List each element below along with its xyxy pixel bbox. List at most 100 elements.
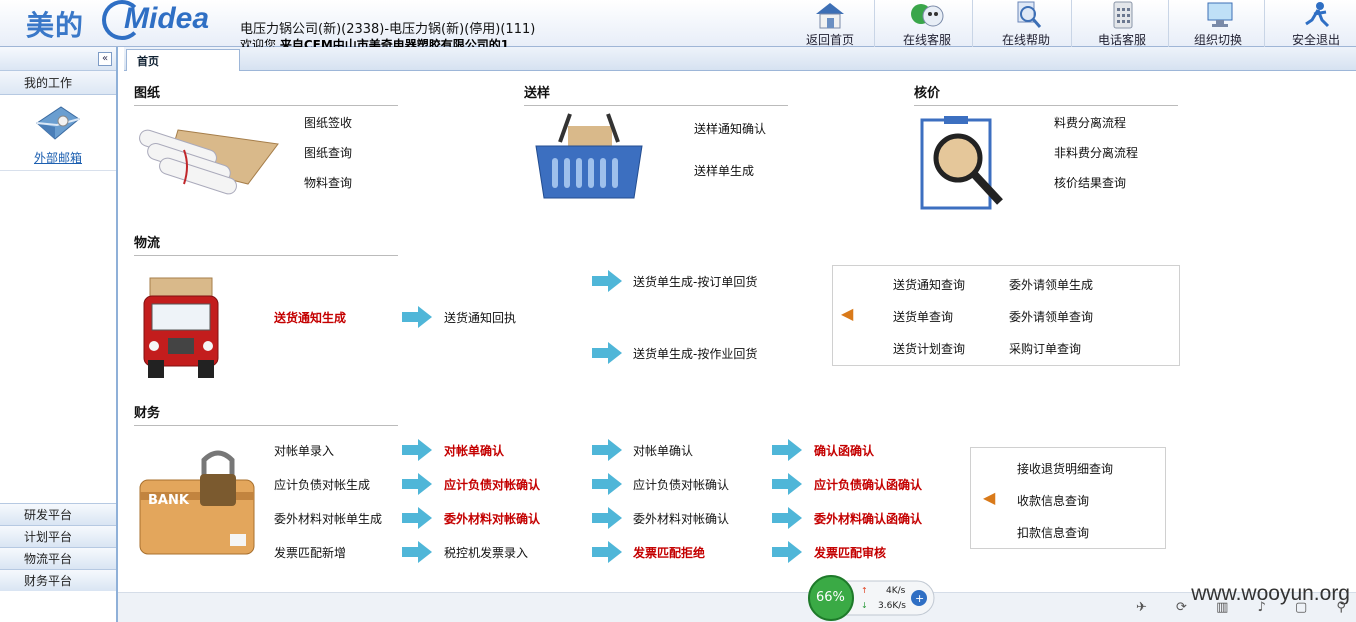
link-sample-order-generate[interactable]: 送样单生成 [694, 162, 754, 179]
section-title-pricing: 核价 [914, 82, 1178, 106]
home-icon [810, 0, 850, 30]
truck-icon [138, 276, 224, 380]
nav-home[interactable]: 返回首页 [800, 0, 860, 47]
trash-icon[interactable]: ▥ [1216, 600, 1228, 618]
link-statement-entry[interactable]: 对帐单录入 [274, 442, 334, 459]
link-deduction-info-query[interactable]: 扣款信息查询 [1017, 524, 1089, 541]
sidebar-item-finance-platform[interactable]: 财务平台 [0, 569, 116, 591]
nav-home-label: 返回首页 [805, 33, 854, 47]
link-non-material-fee-flow[interactable]: 非料费分离流程 [1054, 144, 1138, 161]
link-invoice-match-add[interactable]: 发票匹配新增 [274, 544, 346, 561]
external-mail-link[interactable]: 外部邮箱 [0, 149, 116, 166]
link-delivery-notice-receipt[interactable]: 送货通知回执 [444, 309, 516, 326]
refresh-icon[interactable]: ⟳ [1176, 600, 1187, 618]
pricing-magnifier-icon [920, 114, 1010, 210]
link-outsource-requisition-generate[interactable]: 委外请领单生成 [1009, 276, 1093, 293]
link-outsource-letter-confirm[interactable]: 委外材料确认函确认 [814, 510, 922, 527]
link-invoice-match-reject[interactable]: 发票匹配拒绝 [633, 544, 705, 561]
link-tax-invoice-entry[interactable]: 税控机发票录入 [444, 544, 528, 561]
nav-online-help-label: 在线帮助 [1001, 33, 1050, 47]
sidebar-title[interactable]: 我的工作 [0, 71, 116, 95]
upload-speed: 4K/s [886, 586, 906, 596]
sidebar-item-logistics-platform[interactable]: 物流平台 [0, 547, 116, 569]
link-accrued-liability-confirm-2[interactable]: 应计负债对帐确认 [633, 476, 729, 493]
download-speed: 3.6K/s [878, 601, 906, 611]
sidebar-item-plan-platform[interactable]: 计划平台 [0, 525, 116, 547]
link-delivery-plan-query[interactable]: 送货计划查询 [893, 340, 965, 357]
org-switch-icon [1198, 0, 1238, 30]
link-delivery-notice-generate[interactable]: 送货通知生成 [274, 309, 346, 326]
sidebar-item-rd-platform[interactable]: 研发平台 [0, 503, 116, 525]
search-icon[interactable]: ⚲ [1336, 600, 1346, 618]
link-statement-confirm-2[interactable]: 对帐单确认 [633, 442, 693, 459]
link-drawing-sign[interactable]: 图纸签收 [304, 114, 352, 131]
flow-arrow-icon [592, 439, 622, 461]
logo-cn: 美的 [26, 9, 85, 42]
link-pricing-result-query[interactable]: 核价结果查询 [1054, 174, 1126, 191]
link-delivery-order-query[interactable]: 送货单查询 [893, 308, 953, 325]
nav-phone-service[interactable]: 电话客服 [1090, 0, 1154, 47]
nav-divider [972, 0, 973, 47]
external-mail-item[interactable]: 外部邮箱 [0, 97, 116, 171]
nav-divider [1264, 0, 1265, 47]
link-outsource-requisition-query[interactable]: 委外请领单查询 [1009, 308, 1093, 325]
nav-org-switch[interactable]: 组织切换 [1186, 0, 1250, 47]
link-outsource-statement-confirm-2[interactable]: 委外材料对帐确认 [633, 510, 729, 527]
nav-logout[interactable]: 安全退出 [1284, 0, 1348, 47]
phone-icon [1102, 0, 1142, 30]
section-title-samples: 送样 [524, 82, 788, 106]
volume-icon[interactable]: ♪ [1258, 600, 1266, 618]
link-delivery-notice-query[interactable]: 送货通知查询 [893, 276, 965, 293]
svg-text:BANK: BANK [148, 493, 190, 508]
pin-icon[interactable]: ✈ [1136, 600, 1147, 618]
link-accrued-liability-confirm[interactable]: 应计负债对帐确认 [444, 476, 540, 493]
flow-arrow-icon [772, 541, 802, 563]
link-drawing-query[interactable]: 图纸查询 [304, 144, 352, 161]
link-purchase-order-query[interactable]: 采购订单查询 [1009, 340, 1081, 357]
sidebar: « 我的工作 外部邮箱 研发平台 计划平台 物流平台 财务平台 [0, 47, 118, 622]
link-delivery-by-order[interactable]: 送货单生成-按订单回货 [633, 273, 757, 290]
flow-arrow-icon [772, 473, 802, 495]
link-outsource-statement-confirm[interactable]: 委外材料对帐确认 [444, 510, 540, 527]
link-sample-notice-confirm[interactable]: 送样通知确认 [694, 120, 766, 137]
link-confirmation-letter-confirm[interactable]: 确认函确认 [814, 442, 874, 459]
section-title-finance: 财务 [134, 402, 398, 426]
app-window: 美的 Midea 电压力锅公司(新)(2338)-电压力锅(新)(停用)(111… [0, 0, 1356, 622]
svg-text:↓: ↓ [861, 601, 868, 610]
link-accrued-liability-letter-confirm[interactable]: 应计负债确认函确认 [814, 476, 922, 493]
flow-arrow-icon [402, 507, 432, 529]
basket-icon [534, 112, 644, 202]
flow-arrow-icon [402, 541, 432, 563]
nav-online-service[interactable]: 在线客服 [895, 0, 959, 47]
link-outsource-statement-generate[interactable]: 委外材料对帐单生成 [274, 510, 382, 527]
svg-text:+: + [915, 592, 924, 605]
link-receipt-info-query[interactable]: 收款信息查询 [1017, 492, 1089, 509]
flow-arrow-icon [592, 473, 622, 495]
link-material-fee-flow[interactable]: 料费分离流程 [1054, 114, 1126, 131]
main-content: 图纸 图纸签收 图纸查询 物料查询 送样 送样通知确认 送样单生成 核价 料费分… [124, 72, 1356, 592]
link-return-detail-query[interactable]: 接收退货明细查询 [1017, 460, 1113, 477]
flow-arrow-icon [592, 507, 622, 529]
nav-divider [874, 0, 875, 47]
link-statement-confirm[interactable]: 对帐单确认 [444, 442, 504, 459]
flow-arrow-icon [592, 342, 622, 364]
link-material-query[interactable]: 物料查询 [304, 174, 352, 191]
help-icon [1006, 0, 1046, 30]
nav-online-help[interactable]: 在线帮助 [994, 0, 1058, 47]
drawings-icon [138, 120, 284, 200]
link-delivery-by-job[interactable]: 送货单生成-按作业回货 [633, 345, 757, 362]
flow-arrow-icon [592, 270, 622, 292]
panel-caret-icon[interactable]: ◀ [983, 488, 995, 507]
tab-home[interactable]: 首页 [126, 49, 240, 71]
link-invoice-match-review[interactable]: 发票匹配审核 [814, 544, 886, 561]
panel-caret-icon[interactable]: ◀ [841, 304, 853, 323]
link-accrued-liability-generate[interactable]: 应计负债对帐生成 [274, 476, 370, 493]
network-speed-widget[interactable]: ↑ ↓ + 66% 4K/s 3.6K/s [808, 575, 936, 621]
header: 美的 Midea 电压力锅公司(新)(2338)-电压力锅(新)(停用)(111… [0, 0, 1356, 47]
window-icon[interactable]: ▢ [1295, 600, 1307, 618]
collapse-sidebar-button[interactable]: « [98, 52, 112, 66]
logout-icon [1296, 0, 1336, 30]
memory-percent: 66% [816, 590, 845, 605]
company-name: 电压力锅公司(新)(2338)-电压力锅(新)(停用)(111) [240, 22, 536, 37]
bank-card-icon: BANK [138, 446, 258, 556]
